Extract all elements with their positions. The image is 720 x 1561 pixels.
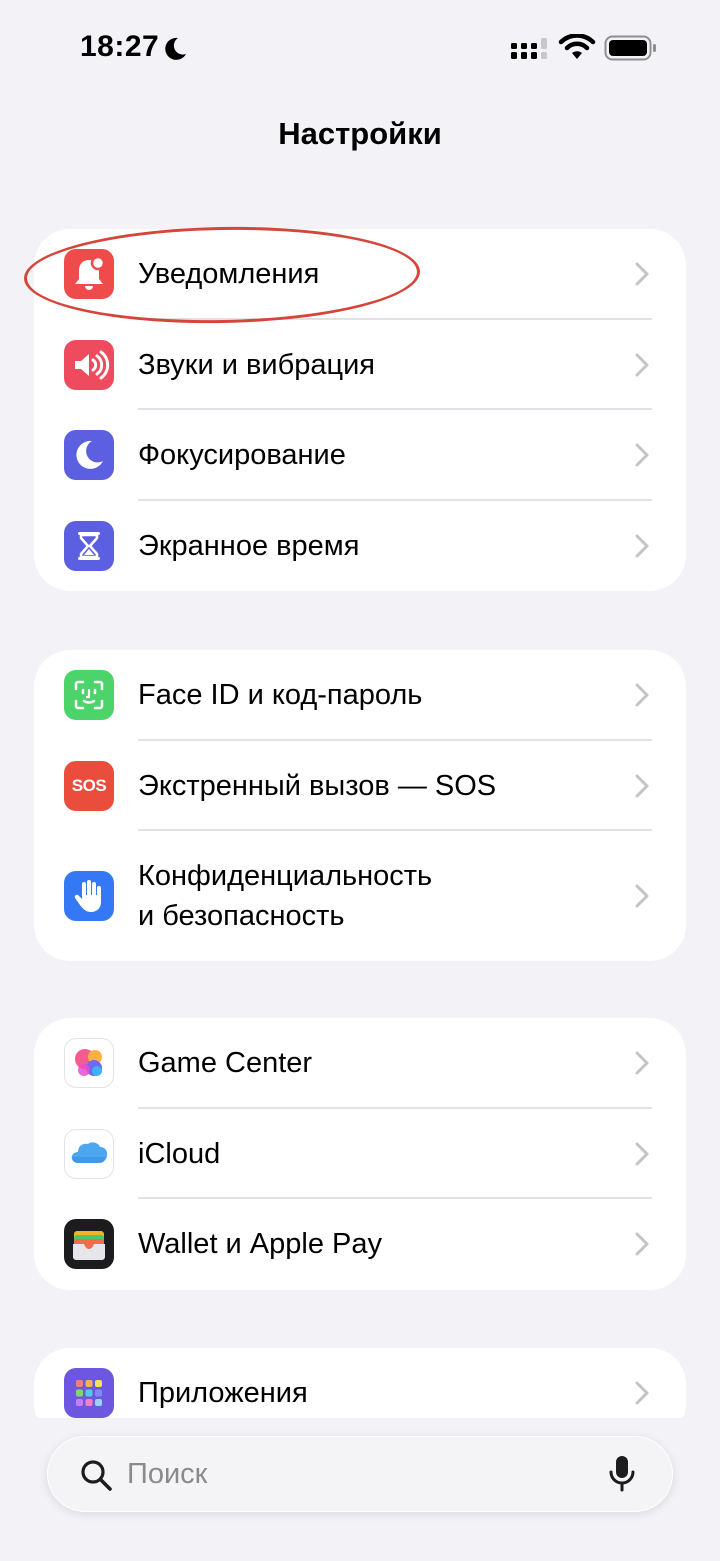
settings-item-emergency-sos[interactable]: SOS Экстренный вызов — SOS xyxy=(34,741,686,831)
settings-item-label: iCloud xyxy=(138,1137,221,1170)
cloud-icon xyxy=(64,1128,114,1179)
wallet-icon xyxy=(64,1219,114,1270)
settings-item-label: Face ID и код-пароль xyxy=(138,679,423,712)
moon-icon xyxy=(64,430,114,481)
chevron-right-icon xyxy=(635,1381,649,1405)
page-title: Настройки xyxy=(278,116,442,151)
settings-item-label: Приложения xyxy=(138,1377,308,1410)
chevron-right-icon xyxy=(635,1142,649,1166)
search-icon xyxy=(81,1460,112,1491)
chevron-right-icon xyxy=(635,1232,649,1256)
chevron-right-icon xyxy=(635,443,649,467)
chevron-right-icon xyxy=(635,774,649,798)
settings-item-label-line2: и безопасность xyxy=(138,900,345,932)
sos-icon-text: SOS xyxy=(71,775,107,795)
settings-item-label: Game Center xyxy=(138,1047,313,1080)
chevron-right-icon xyxy=(635,683,649,707)
settings-item-focus[interactable]: Фокусирование xyxy=(34,410,686,501)
settings-item-privacy[interactable]: Конфиденциальность и безопасность xyxy=(34,831,686,961)
apps-grid-icon xyxy=(64,1368,114,1419)
settings-group-1: Уведомления Звуки и вибрация Фокусирован… xyxy=(34,229,686,591)
settings-item-label: Экстренный вызов — SOS xyxy=(138,769,497,802)
settings-item-sounds[interactable]: Звуки и вибрация xyxy=(34,320,686,410)
microphone-icon[interactable] xyxy=(607,1454,637,1494)
settings-item-label: Уведомления xyxy=(138,258,320,291)
face-id-icon xyxy=(64,670,114,721)
chevron-right-icon xyxy=(635,884,649,908)
hand-icon xyxy=(64,871,114,921)
search-bar[interactable] xyxy=(47,1436,673,1512)
settings-item-screen-time[interactable]: Экранное время xyxy=(34,501,686,592)
moon-icon xyxy=(165,37,186,60)
chevron-right-icon xyxy=(635,262,649,286)
settings-group-3: Game Center iCloud Wallet и Apple Pay xyxy=(34,1018,686,1290)
settings-item-wallet[interactable]: Wallet и Apple Pay xyxy=(34,1199,686,1290)
game-center-icon xyxy=(64,1038,114,1089)
settings-item-face-id[interactable]: Face ID и код-пароль xyxy=(34,650,686,741)
settings-item-label: Звуки и вибрация xyxy=(138,348,375,381)
search-input[interactable] xyxy=(127,1452,567,1496)
bell-icon xyxy=(64,249,114,300)
wifi-icon xyxy=(558,34,596,59)
chevron-right-icon xyxy=(635,1051,649,1075)
settings-item-notifications[interactable]: Уведомления xyxy=(34,229,686,320)
settings-item-icloud[interactable]: iCloud xyxy=(34,1109,686,1199)
settings-item-label: Экранное время xyxy=(138,529,360,562)
settings-item-label: Фокусирование xyxy=(138,439,346,472)
cellular-signal-icon xyxy=(511,38,547,59)
chevron-right-icon xyxy=(635,534,649,558)
battery-icon xyxy=(604,35,656,61)
hourglass-icon xyxy=(64,520,114,571)
status-time: 18:27 xyxy=(80,30,160,63)
sos-icon: SOS xyxy=(64,760,114,811)
status-bar: 18:27 xyxy=(0,0,720,100)
chevron-right-icon xyxy=(635,353,649,377)
settings-item-label: Wallet и Apple Pay xyxy=(138,1228,383,1261)
settings-item-label: Конфиденциальность и безопасность xyxy=(138,856,432,936)
settings-item-game-center[interactable]: Game Center xyxy=(34,1018,686,1109)
speaker-icon xyxy=(64,339,114,390)
settings-item-label-line1: Конфиденциальность xyxy=(138,860,433,892)
settings-group-2: Face ID и код-пароль SOS Экстренный вызо… xyxy=(34,650,686,961)
